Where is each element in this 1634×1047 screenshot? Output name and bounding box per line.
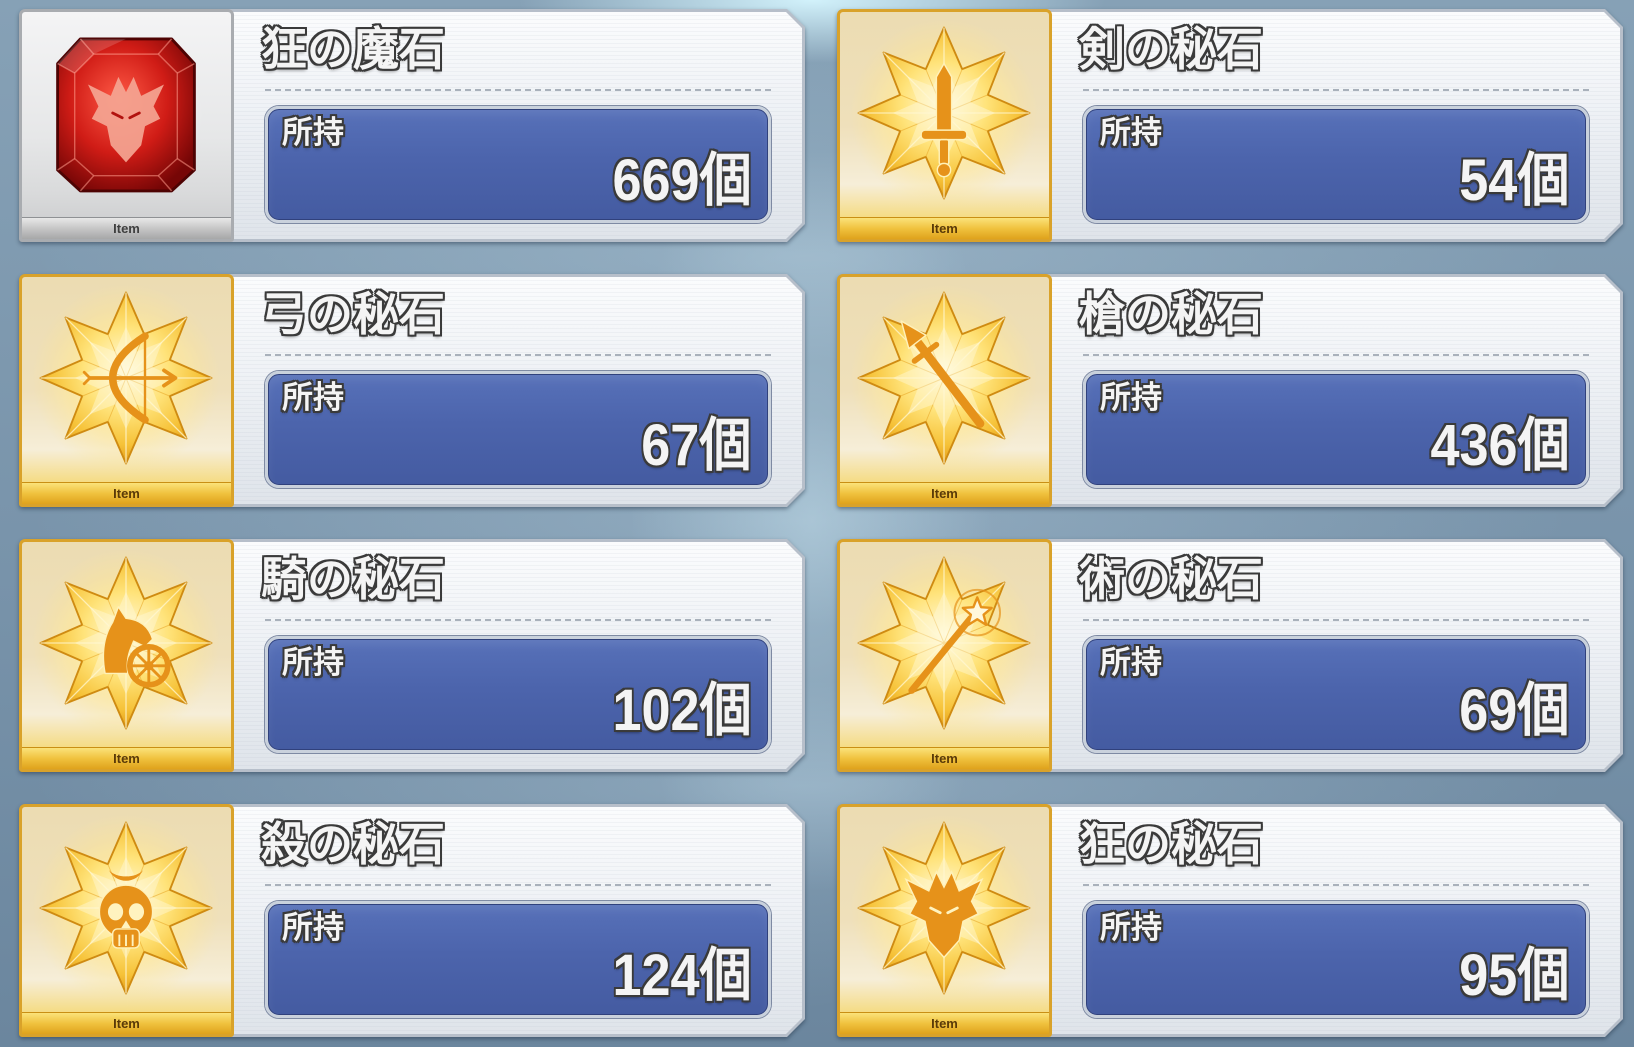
held-count: 95個 (1459, 943, 1570, 1008)
held-count: 102個 (612, 678, 752, 743)
held-count-box: 所持 54個 (1083, 106, 1589, 223)
dashed-divider (1083, 89, 1589, 91)
item-card[interactable]: Item 殺の秘石 所持 124個 (19, 804, 805, 1037)
item-card[interactable]: Item 剣の秘石 所持 54個 (837, 9, 1623, 242)
item-name: 弓の秘石 (261, 287, 445, 341)
gold-star-sword-icon (849, 18, 1039, 208)
held-count: 69個 (1459, 678, 1570, 743)
item-icon-tile: Item (19, 804, 234, 1037)
held-count: 54個 (1459, 148, 1570, 213)
item-tag: Item (22, 217, 231, 239)
item-card[interactable]: Item 弓の秘石 所持 67個 (19, 274, 805, 507)
dashed-divider (265, 884, 771, 886)
item-name: 狂の魔石 (261, 22, 445, 76)
item-card[interactable]: Item 狂の秘石 所持 95個 (837, 804, 1623, 1037)
held-label: 所持 (1100, 115, 1162, 151)
gold-star-beast-icon (849, 813, 1039, 1003)
item-name: 槍の秘石 (1079, 287, 1263, 341)
dashed-divider (1083, 619, 1589, 621)
item-icon-tile: Item (837, 804, 1052, 1037)
held-count: 436個 (1430, 413, 1570, 478)
held-count-box: 所持 102個 (265, 636, 771, 753)
item-name: 狂の秘石 (1079, 817, 1263, 871)
item-info-panel: 狂の魔石 所持 669個 (224, 9, 805, 242)
item-icon-tile: Item (837, 539, 1052, 772)
held-count: 124個 (612, 943, 752, 1008)
item-info-panel: 槍の秘石 所持 436個 (1042, 274, 1623, 507)
item-card[interactable]: Item 狂の魔石 所持 669個 (19, 9, 805, 242)
held-count-box: 所持 95個 (1083, 901, 1589, 1018)
gold-star-staff-icon (849, 548, 1039, 738)
item-name: 剣の秘石 (1079, 22, 1263, 76)
item-icon-tile: Item (19, 539, 234, 772)
item-icon-tile: Item (837, 9, 1052, 242)
item-card[interactable]: Item 騎の秘石 所持 102個 (19, 539, 805, 772)
dashed-divider (265, 89, 771, 91)
dashed-divider (265, 619, 771, 621)
held-label: 所持 (282, 910, 344, 946)
held-count: 669個 (612, 148, 752, 213)
item-name: 術の秘石 (1079, 552, 1263, 606)
item-icon-tile: Item (19, 274, 234, 507)
held-count-box: 所持 669個 (265, 106, 771, 223)
gold-star-rider-icon (31, 548, 221, 738)
gold-star-bow-icon (31, 283, 221, 473)
item-name: 騎の秘石 (261, 552, 445, 606)
gold-star-lance-icon (849, 283, 1039, 473)
held-count-box: 所持 124個 (265, 901, 771, 1018)
item-tag: Item (22, 747, 231, 769)
item-tag: Item (840, 1012, 1049, 1034)
item-info-panel: 狂の秘石 所持 95個 (1042, 804, 1623, 1037)
item-tag: Item (22, 1012, 231, 1034)
item-tag: Item (840, 482, 1049, 504)
item-tag: Item (840, 747, 1049, 769)
item-tag: Item (22, 482, 231, 504)
red-gem-beast-icon (31, 18, 221, 208)
held-count-box: 所持 67個 (265, 371, 771, 488)
held-label: 所持 (1100, 645, 1162, 681)
held-count-box: 所持 436個 (1083, 371, 1589, 488)
item-tag: Item (840, 217, 1049, 239)
item-list: Item 狂の魔石 所持 669個 Item 剣の秘石 所持 54個 Item … (19, 9, 1623, 1037)
held-label: 所持 (1100, 380, 1162, 416)
item-info-panel: 騎の秘石 所持 102個 (224, 539, 805, 772)
held-count-box: 所持 69個 (1083, 636, 1589, 753)
held-label: 所持 (282, 115, 344, 151)
held-label: 所持 (282, 645, 344, 681)
dashed-divider (265, 354, 771, 356)
item-icon-tile: Item (19, 9, 234, 242)
item-info-panel: 術の秘石 所持 69個 (1042, 539, 1623, 772)
item-card[interactable]: Item 槍の秘石 所持 436個 (837, 274, 1623, 507)
held-label: 所持 (1100, 910, 1162, 946)
item-name: 殺の秘石 (261, 817, 445, 871)
item-icon-tile: Item (837, 274, 1052, 507)
dashed-divider (1083, 354, 1589, 356)
gold-star-skull-icon (31, 813, 221, 1003)
item-card[interactable]: Item 術の秘石 所持 69個 (837, 539, 1623, 772)
held-count: 67個 (641, 413, 752, 478)
item-info-panel: 弓の秘石 所持 67個 (224, 274, 805, 507)
item-info-panel: 剣の秘石 所持 54個 (1042, 9, 1623, 242)
held-label: 所持 (282, 380, 344, 416)
dashed-divider (1083, 884, 1589, 886)
item-info-panel: 殺の秘石 所持 124個 (224, 804, 805, 1037)
